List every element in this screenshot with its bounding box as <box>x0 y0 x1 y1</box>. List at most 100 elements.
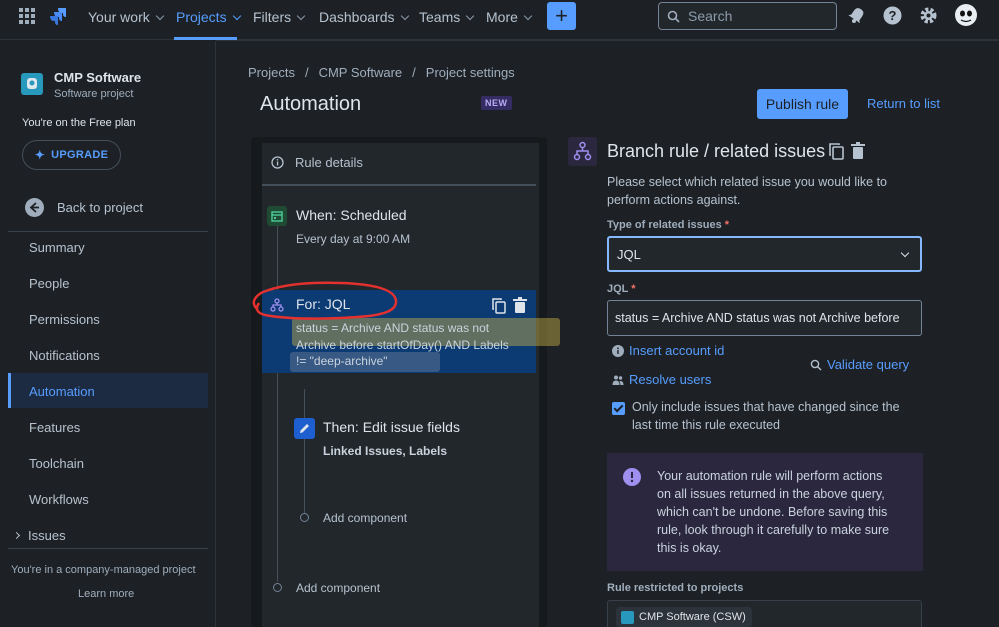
trigger-title[interactable]: When: Scheduled <box>296 207 407 223</box>
jql-label: JQL * <box>607 283 636 295</box>
trash-icon[interactable] <box>512 297 528 314</box>
type-related-select[interactable]: JQL <box>607 236 922 272</box>
type-related-label-text: Type of related issues <box>607 219 722 231</box>
project-chip: CMP Software (CSW) <box>616 607 752 627</box>
warning-text: Your automation rule will perform action… <box>657 469 883 483</box>
sidebar-divider <box>8 231 208 232</box>
trash-icon[interactable] <box>850 142 866 160</box>
warning-text: on all issues returned in the above quer… <box>657 487 885 501</box>
warning-text: this is okay. <box>657 541 722 555</box>
sidebar-item-features[interactable]: Features <box>29 420 80 435</box>
breadcrumb-projects[interactable]: Projects <box>248 65 295 80</box>
warning-icon <box>623 468 641 486</box>
settings-gear-icon[interactable] <box>919 6 938 25</box>
create-button[interactable]: + <box>547 2 576 30</box>
breadcrumb-project[interactable]: CMP Software <box>319 65 403 80</box>
jql-input[interactable]: status = Archive AND status was not Arch… <box>607 300 922 336</box>
nav-teams[interactable]: Teams <box>419 8 475 26</box>
sidebar-item-permissions[interactable]: Permissions <box>29 312 100 327</box>
calendar-icon <box>267 206 287 226</box>
sidebar-item-summary[interactable]: Summary <box>29 240 85 255</box>
sparkle-icon: ✦ <box>34 148 46 162</box>
help-icon[interactable]: ? <box>883 6 902 25</box>
back-to-project-button[interactable]: Back to project <box>25 198 143 217</box>
type-related-value: JQL <box>617 247 641 262</box>
app-switcher-icon[interactable] <box>18 7 36 25</box>
top-navigation: Your work Projects Filters Dashboards Te… <box>0 0 999 40</box>
action-description: Linked Issues, Labels <box>323 444 448 458</box>
learn-more-link[interactable]: Learn more <box>78 588 134 600</box>
search-input[interactable]: Search <box>658 2 837 30</box>
sidebar-item-notifications[interactable]: Notifications <box>29 348 100 363</box>
upgrade-button[interactable]: ✦ UPGRADE <box>22 140 121 170</box>
changed-since-checkbox[interactable] <box>612 402 625 415</box>
nav-dashboards-label: Dashboards <box>319 9 395 25</box>
sidebar-item-automation[interactable]: Automation <box>29 384 95 399</box>
annotation-circle <box>247 279 399 321</box>
info-icon <box>612 344 624 357</box>
page-title: Automation <box>260 93 362 115</box>
jira-logo-icon[interactable] <box>48 6 68 26</box>
project-type: Software project <box>54 88 134 100</box>
add-component-outer[interactable]: Add component <box>296 581 380 595</box>
chevron-right-icon <box>12 531 21 540</box>
nav-projects[interactable]: Projects <box>176 8 241 26</box>
chevron-down-icon <box>155 11 164 20</box>
return-to-list-link[interactable]: Return to list <box>867 96 940 111</box>
breadcrumb-settings[interactable]: Project settings <box>426 65 515 80</box>
validate-query-link[interactable]: Validate query <box>810 357 909 372</box>
trigger-description: Every day at 9:00 AM <box>296 232 411 246</box>
copy-icon[interactable] <box>491 297 507 314</box>
branch-jql-line: status = Archive AND status was not <box>296 321 490 335</box>
restricted-label: Rule restricted to projects <box>607 582 744 594</box>
back-to-project-label: Back to project <box>57 200 143 215</box>
rule-details-item[interactable]: Rule details <box>271 155 363 170</box>
arrow-left-icon <box>25 198 44 217</box>
chevron-down-icon <box>296 11 306 20</box>
sidebar-item-issues-label: Issues <box>28 528 66 543</box>
validate-query-label: Validate query <box>827 357 910 372</box>
resolve-users-link[interactable]: Resolve users <box>612 372 711 387</box>
plan-text: You're on the Free plan <box>22 117 136 129</box>
required-mark: * <box>724 219 730 231</box>
nav-filters-label: Filters <box>253 9 292 25</box>
warning-message: Your automation rule will perform action… <box>607 453 923 571</box>
chevron-down-icon <box>400 11 409 20</box>
action-title[interactable]: Then: Edit issue fields <box>323 419 460 435</box>
project-chip-label: CMP Software (CSW) <box>639 611 746 623</box>
required-mark: * <box>631 283 636 295</box>
jql-value: status = Archive AND status was not Arch… <box>615 311 900 325</box>
sidebar-item-workflows[interactable]: Workflows <box>29 492 89 507</box>
sidebar-item-people[interactable]: People <box>29 276 69 291</box>
insert-account-link[interactable]: Insert account id <box>612 343 724 358</box>
breadcrumb: Projects / CMP Software / Project settin… <box>248 65 515 80</box>
avatar[interactable] <box>955 4 977 26</box>
sidebar-item-issues[interactable]: Issues <box>12 528 66 543</box>
add-component-dot <box>273 583 282 592</box>
copy-icon[interactable] <box>828 142 845 160</box>
checkbox-label: Only include issues that have changed si… <box>632 400 900 414</box>
search-icon <box>667 10 680 23</box>
restricted-projects-field[interactable]: CMP Software (CSW) <box>607 600 922 627</box>
flow-connector-line <box>304 389 305 514</box>
nav-dashboards[interactable]: Dashboards <box>319 8 409 26</box>
add-component-inner[interactable]: Add component <box>323 511 407 525</box>
config-description: Please select which related issue you wo… <box>607 175 888 189</box>
nav-more[interactable]: More <box>486 8 533 26</box>
search-placeholder: Search <box>688 8 733 24</box>
breadcrumb-separator: / <box>304 65 309 80</box>
nav-your-work[interactable]: Your work <box>88 8 164 26</box>
project-avatar <box>621 610 634 624</box>
chevron-down-icon <box>900 248 910 258</box>
nav-filters[interactable]: Filters <box>253 8 306 26</box>
config-title: Branch rule / related issues <box>607 141 826 161</box>
nav-projects-label: Projects <box>176 9 227 25</box>
rule-details-divider <box>262 184 536 186</box>
jql-label-text: JQL <box>607 283 629 295</box>
sidebar-item-toolchain[interactable]: Toolchain <box>29 456 84 471</box>
branch-jql-line: Archive before startOfDay() AND Labels <box>296 338 509 352</box>
svg-text:?: ? <box>889 8 897 23</box>
project-avatar <box>21 73 43 95</box>
publish-rule-button[interactable]: Publish rule <box>757 89 848 119</box>
notifications-icon[interactable] <box>848 6 866 24</box>
